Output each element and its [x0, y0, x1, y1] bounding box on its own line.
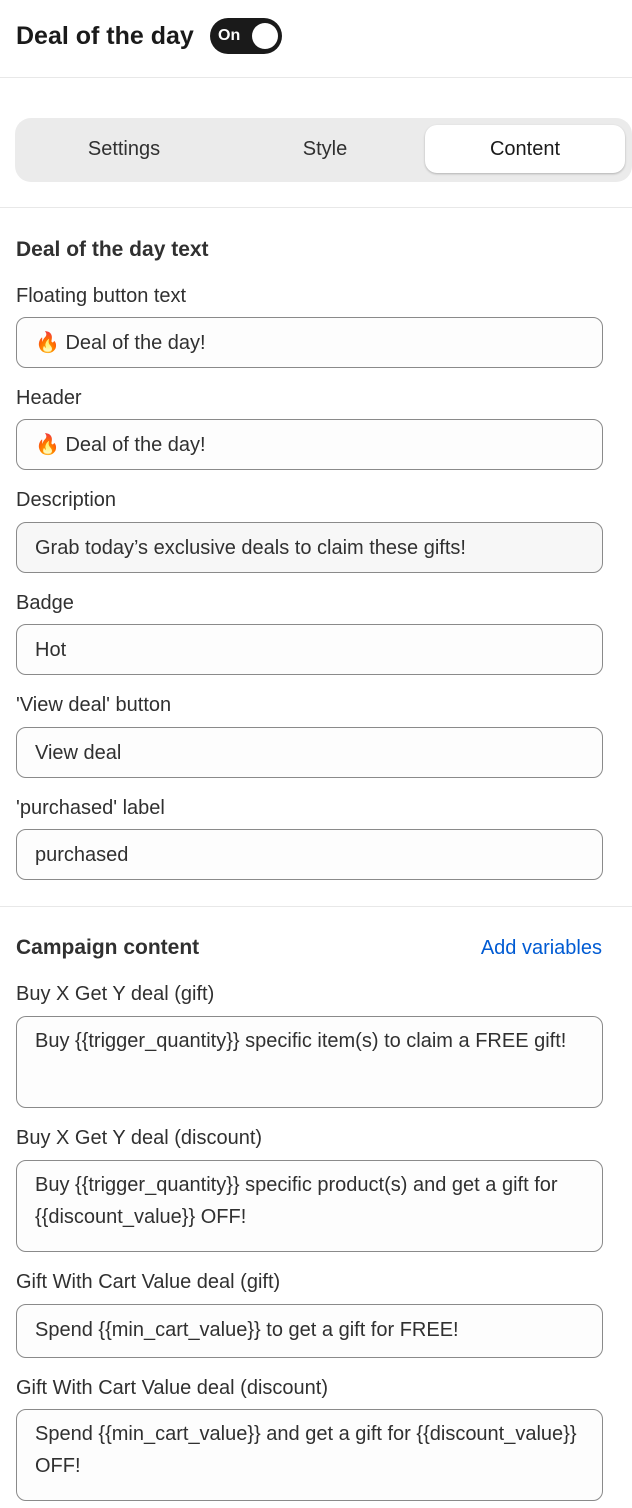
badge-label: Badge	[16, 592, 74, 614]
toggle-label: On	[218, 27, 241, 44]
bxgy-discount-label: Buy X Get Y deal (discount)	[16, 1127, 263, 1149]
header-label: Header	[16, 387, 82, 409]
gwcv-gift-label: Gift With Cart Value deal (gift)	[16, 1271, 281, 1293]
purchased-label-label: 'purchased' label	[16, 797, 165, 819]
page-title: Deal of the day	[16, 22, 194, 50]
purchased-label-input[interactable]: purchased	[16, 829, 603, 880]
deal-text-section-title: Deal of the day text	[16, 238, 209, 261]
gwcv-discount-textarea[interactable]: Spend {{min_cart_value}} and get a gift …	[16, 1409, 603, 1501]
description-input[interactable]: Grab today’s exclusive deals to claim th…	[16, 522, 603, 573]
tab-content[interactable]: Content	[425, 125, 625, 173]
gwcv-gift-textarea[interactable]: Spend {{min_cart_value}} to get a gift f…	[16, 1304, 603, 1358]
divider	[0, 207, 632, 208]
campaign-content-section-title: Campaign content	[16, 936, 200, 959]
deal-toggle[interactable]: On	[210, 18, 282, 54]
floating-button-text-label: Floating button text	[16, 285, 187, 307]
bxgy-gift-label: Buy X Get Y deal (gift)	[16, 983, 215, 1005]
view-deal-button-input[interactable]: View deal	[16, 727, 603, 778]
header-input[interactable]: 🔥 Deal of the day!	[16, 419, 603, 470]
tab-style[interactable]: Style	[225, 125, 425, 173]
description-label: Description	[16, 489, 117, 511]
bxgy-discount-textarea[interactable]: Buy {{trigger_quantity}} specific produc…	[16, 1160, 603, 1252]
bxgy-gift-textarea[interactable]: Buy {{trigger_quantity}} specific item(s…	[16, 1016, 603, 1108]
floating-button-text-input[interactable]: 🔥 Deal of the day!	[16, 317, 603, 368]
divider	[0, 906, 632, 907]
gwcv-discount-label: Gift With Cart Value deal (discount)	[16, 1377, 328, 1399]
badge-input[interactable]: Hot	[16, 624, 603, 675]
page-header: Deal of the day On	[0, 0, 632, 78]
view-deal-button-label: 'View deal' button	[16, 694, 172, 716]
tab-settings[interactable]: Settings	[24, 125, 224, 173]
toggle-knob	[252, 23, 278, 49]
tab-bar: Settings Style Content	[15, 118, 632, 182]
add-variables-link[interactable]: Add variables	[481, 934, 602, 962]
